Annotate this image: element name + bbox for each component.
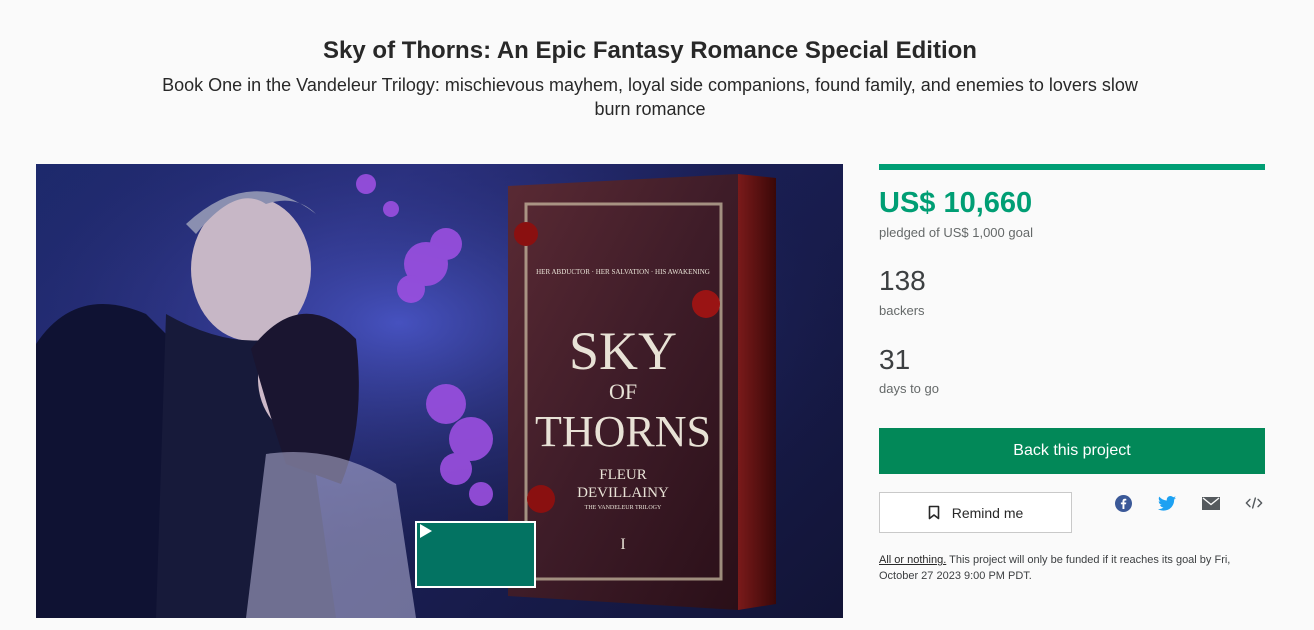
embed-share-button[interactable]: [1245, 494, 1263, 512]
email-icon: [1202, 496, 1220, 510]
email-share-button[interactable]: [1202, 494, 1220, 512]
embed-icon: [1245, 497, 1263, 509]
play-button[interactable]: [415, 521, 536, 588]
book-title-line2: OF: [609, 379, 637, 404]
facebook-icon: [1114, 494, 1132, 512]
twitter-icon: [1158, 495, 1176, 511]
project-video[interactable]: HER ABDUCTOR · HER SALVATION · HIS AWAKE…: [36, 164, 843, 618]
twitter-share-button[interactable]: [1158, 494, 1176, 512]
book-title-line1: SKY: [569, 321, 677, 381]
book-author-line2: DEVILLAINY: [577, 485, 669, 501]
backers-count: 138: [879, 265, 926, 296]
project-subtitle: Book One in the Vandeleur Trilogy: misch…: [162, 75, 1138, 119]
pledged-amount: US$ 10,660: [879, 187, 1033, 219]
play-icon: [420, 524, 432, 538]
book-number: I: [620, 536, 625, 553]
pledged-goal-label: pledged of US$ 1,000 goal: [879, 225, 1033, 240]
days-remaining: 31: [879, 344, 911, 375]
all-or-nothing-link[interactable]: All or nothing.: [879, 554, 946, 566]
all-or-nothing-notice: All or nothing. This project will only b…: [879, 552, 1271, 584]
facebook-share-button[interactable]: [1114, 494, 1132, 512]
days-label: days to go: [879, 381, 939, 396]
book-tagline: HER ABDUCTOR · HER SALVATION · HIS AWAKE…: [536, 268, 710, 276]
bookmark-icon: [928, 505, 940, 520]
backers-label: backers: [879, 303, 925, 318]
book-title-line3: THORNS: [535, 407, 711, 456]
back-project-button[interactable]: Back this project: [879, 428, 1265, 474]
book-series: THE VANDELEUR TRILOGY: [585, 505, 662, 511]
funding-progress-bar: [879, 164, 1265, 170]
book-author-line1: FLEUR: [599, 467, 647, 483]
remind-me-button[interactable]: Remind me: [879, 492, 1072, 533]
project-title: Sky of Thorns: An Epic Fantasy Romance S…: [323, 37, 977, 64]
remind-me-label: Remind me: [951, 504, 1024, 521]
